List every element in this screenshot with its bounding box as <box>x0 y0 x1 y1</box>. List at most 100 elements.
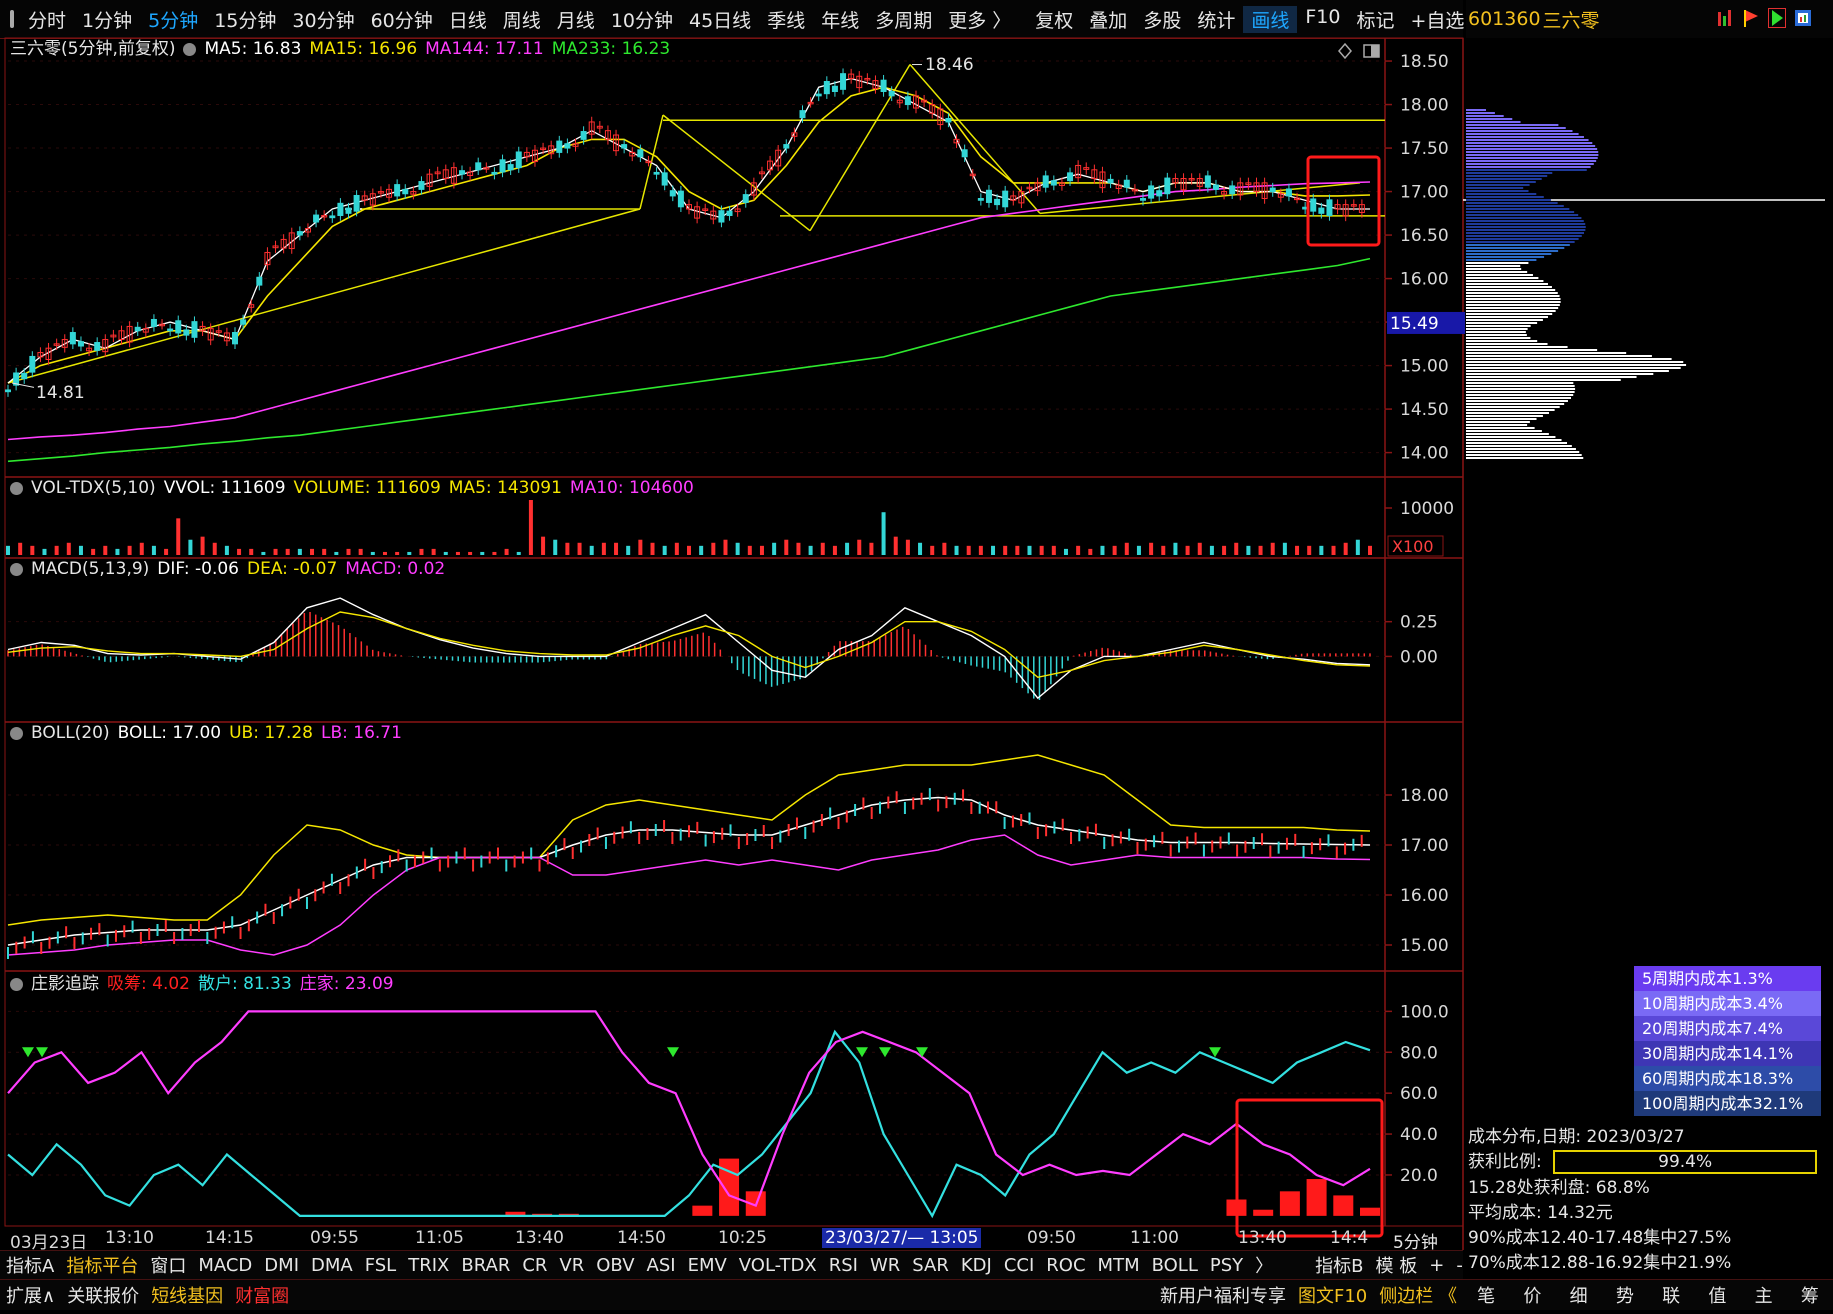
volume-bar <box>6 545 10 555</box>
indicator-tab[interactable]: KDJ <box>955 1255 998 1276</box>
bottom-tab[interactable]: 扩展∧ <box>0 1282 61 1308</box>
y-tick-label: 100.0 <box>1400 1002 1449 1022</box>
indicator-tab[interactable]: 指标A <box>0 1252 60 1278</box>
panel-tab[interactable]: 势 <box>1610 1282 1640 1308</box>
boll-panel-title: BOLL(20) BOLL: 17.00 UB: 17.28 LB: 16.71 <box>10 722 418 744</box>
volume-bar <box>1343 542 1348 555</box>
volume-bar <box>1136 545 1141 555</box>
zy-title-text: 庄影追踪 <box>31 974 99 994</box>
indicator-tab[interactable]: DMA <box>305 1255 359 1276</box>
xichou-bar <box>719 1158 740 1216</box>
vol-title-text: VOL-TDX(5,10) <box>31 478 156 498</box>
indicator-tab[interactable]: ROC <box>1040 1255 1091 1276</box>
bottom-tab[interactable]: 新用户福利专享 <box>1154 1282 1292 1308</box>
panel-tab[interactable]: 价 <box>1517 1282 1547 1308</box>
panel-tab[interactable]: 联 <box>1656 1282 1686 1308</box>
indicator-tab[interactable]: SAR <box>906 1255 955 1276</box>
candle-body <box>21 372 28 380</box>
indicator-tab[interactable]: EMV <box>682 1255 733 1276</box>
cost-dist-row: 成本分布,日期: 2023/03/27 <box>1468 1122 1685 1147</box>
settings-circle-icon[interactable] <box>10 563 23 576</box>
bottom-tabs: 扩展∧ 关联报价 短线基因 财富圈 新用户福利专享 图文F10 侧边栏 《 笔价细势联值主… <box>0 1279 1833 1310</box>
volume-bar <box>893 536 898 555</box>
indicator-tab[interactable]: RSI <box>823 1255 864 1276</box>
indicator-tab[interactable]: WR <box>864 1255 906 1276</box>
xichou-bar <box>1253 1209 1274 1216</box>
indicator-tab[interactable]: CCI <box>998 1255 1040 1276</box>
candle-body <box>329 215 336 219</box>
indicator-tab[interactable]: DMI <box>258 1255 305 1276</box>
candle-body <box>313 214 320 223</box>
panel-tab[interactable]: 筹 <box>1795 1282 1825 1308</box>
settings-circle-icon[interactable] <box>10 482 23 495</box>
indicator-tab[interactable]: OBV <box>590 1255 640 1276</box>
indicator-value: 散户: 81.33 <box>197 974 292 994</box>
volume-bar <box>151 545 156 555</box>
date-label: 13:40 <box>515 1228 564 1248</box>
indicator-tab[interactable]: 指标B <box>1309 1252 1369 1278</box>
indicator-tab[interactable]: 窗口 <box>144 1252 192 1278</box>
bottom-tab[interactable]: 财富圈 <box>229 1282 295 1308</box>
volume-bar <box>212 542 217 555</box>
indicator-tab[interactable]: MTM <box>1092 1255 1146 1276</box>
candle-body <box>418 181 425 190</box>
volume-bar <box>455 551 460 555</box>
candle-body <box>637 149 644 158</box>
volume-bar <box>991 545 996 555</box>
panel-tab[interactable]: 值 <box>1702 1282 1732 1308</box>
indicator-tab[interactable]: TRIX <box>402 1255 455 1276</box>
indicator-tab[interactable]: CR <box>516 1255 553 1276</box>
highlight-box-main <box>1306 155 1381 247</box>
volume-bar <box>832 545 837 555</box>
bottom-tab[interactable]: 图文F10 <box>1292 1282 1373 1308</box>
indicator-tab[interactable]: 模 板 <box>1370 1252 1424 1278</box>
candle-body <box>961 149 968 158</box>
volume-bar <box>638 539 643 555</box>
indicator-tab[interactable]: ASI <box>641 1255 682 1276</box>
panel-tab[interactable]: 笔 <box>1471 1282 1501 1308</box>
indicator-tab[interactable]: 指标平台 <box>60 1252 144 1278</box>
trend-line <box>639 114 664 210</box>
indicator-tab[interactable]: MACD <box>192 1255 258 1276</box>
indicator-tab[interactable]: BRAR <box>455 1255 516 1276</box>
indicator-value: MA233: 16.23 <box>551 39 671 59</box>
indicator-tab[interactable]: VR <box>553 1255 590 1276</box>
volume-bar <box>1295 545 1300 555</box>
cost-legend-item: 20周期内成本7.4% <box>1634 1016 1821 1041</box>
indicator-tab[interactable]: + <box>1423 1255 1450 1276</box>
candle-body <box>191 321 198 338</box>
indicator-tab[interactable]: BOLL <box>1146 1255 1204 1276</box>
indicator-tab[interactable]: 〉 <box>1249 1252 1279 1278</box>
volume-bar <box>431 548 436 555</box>
volume-bar <box>723 539 728 555</box>
volume-bar <box>772 542 777 555</box>
panel-tab[interactable]: 主 <box>1749 1282 1779 1308</box>
y-tick-label: 16.50 <box>1400 226 1449 246</box>
settings-circle-icon[interactable] <box>10 978 23 991</box>
volume-bar <box>419 548 424 555</box>
settings-circle-icon[interactable] <box>183 43 197 56</box>
candle-body <box>742 194 749 203</box>
settings-circle-icon[interactable] <box>10 727 23 740</box>
macd-panel-title: MACD(5,13,9) DIF: -0.06 DEA: -0.07 MACD: 0.… <box>10 558 461 580</box>
candle-body <box>677 190 684 208</box>
volume-bar <box>358 548 363 555</box>
panel-tab[interactable]: 细 <box>1564 1282 1594 1308</box>
bottom-tab[interactable]: 侧边栏 《 <box>1373 1282 1463 1308</box>
indicator-tab[interactable]: VOL-TDX <box>733 1255 823 1276</box>
bottom-tab[interactable]: 关联报价 <box>61 1282 145 1308</box>
diamond-icon[interactable] <box>1338 42 1352 60</box>
indicator-tab[interactable]: PSY <box>1204 1255 1249 1276</box>
xichou-bar <box>1306 1179 1327 1216</box>
bottom-tab[interactable]: 短线基因 <box>145 1282 229 1308</box>
indicator-tab[interactable]: FSL <box>359 1255 403 1276</box>
volume-bar <box>1124 542 1129 555</box>
y-tick-label: 16.00 <box>1400 886 1449 906</box>
volume-bar <box>845 542 850 555</box>
volume-bar <box>747 545 752 555</box>
candle-body <box>799 110 806 119</box>
volume-bar <box>443 551 448 555</box>
panel-frames <box>4 37 1464 1250</box>
volume-bar <box>249 548 254 555</box>
candle-body <box>94 342 101 351</box>
